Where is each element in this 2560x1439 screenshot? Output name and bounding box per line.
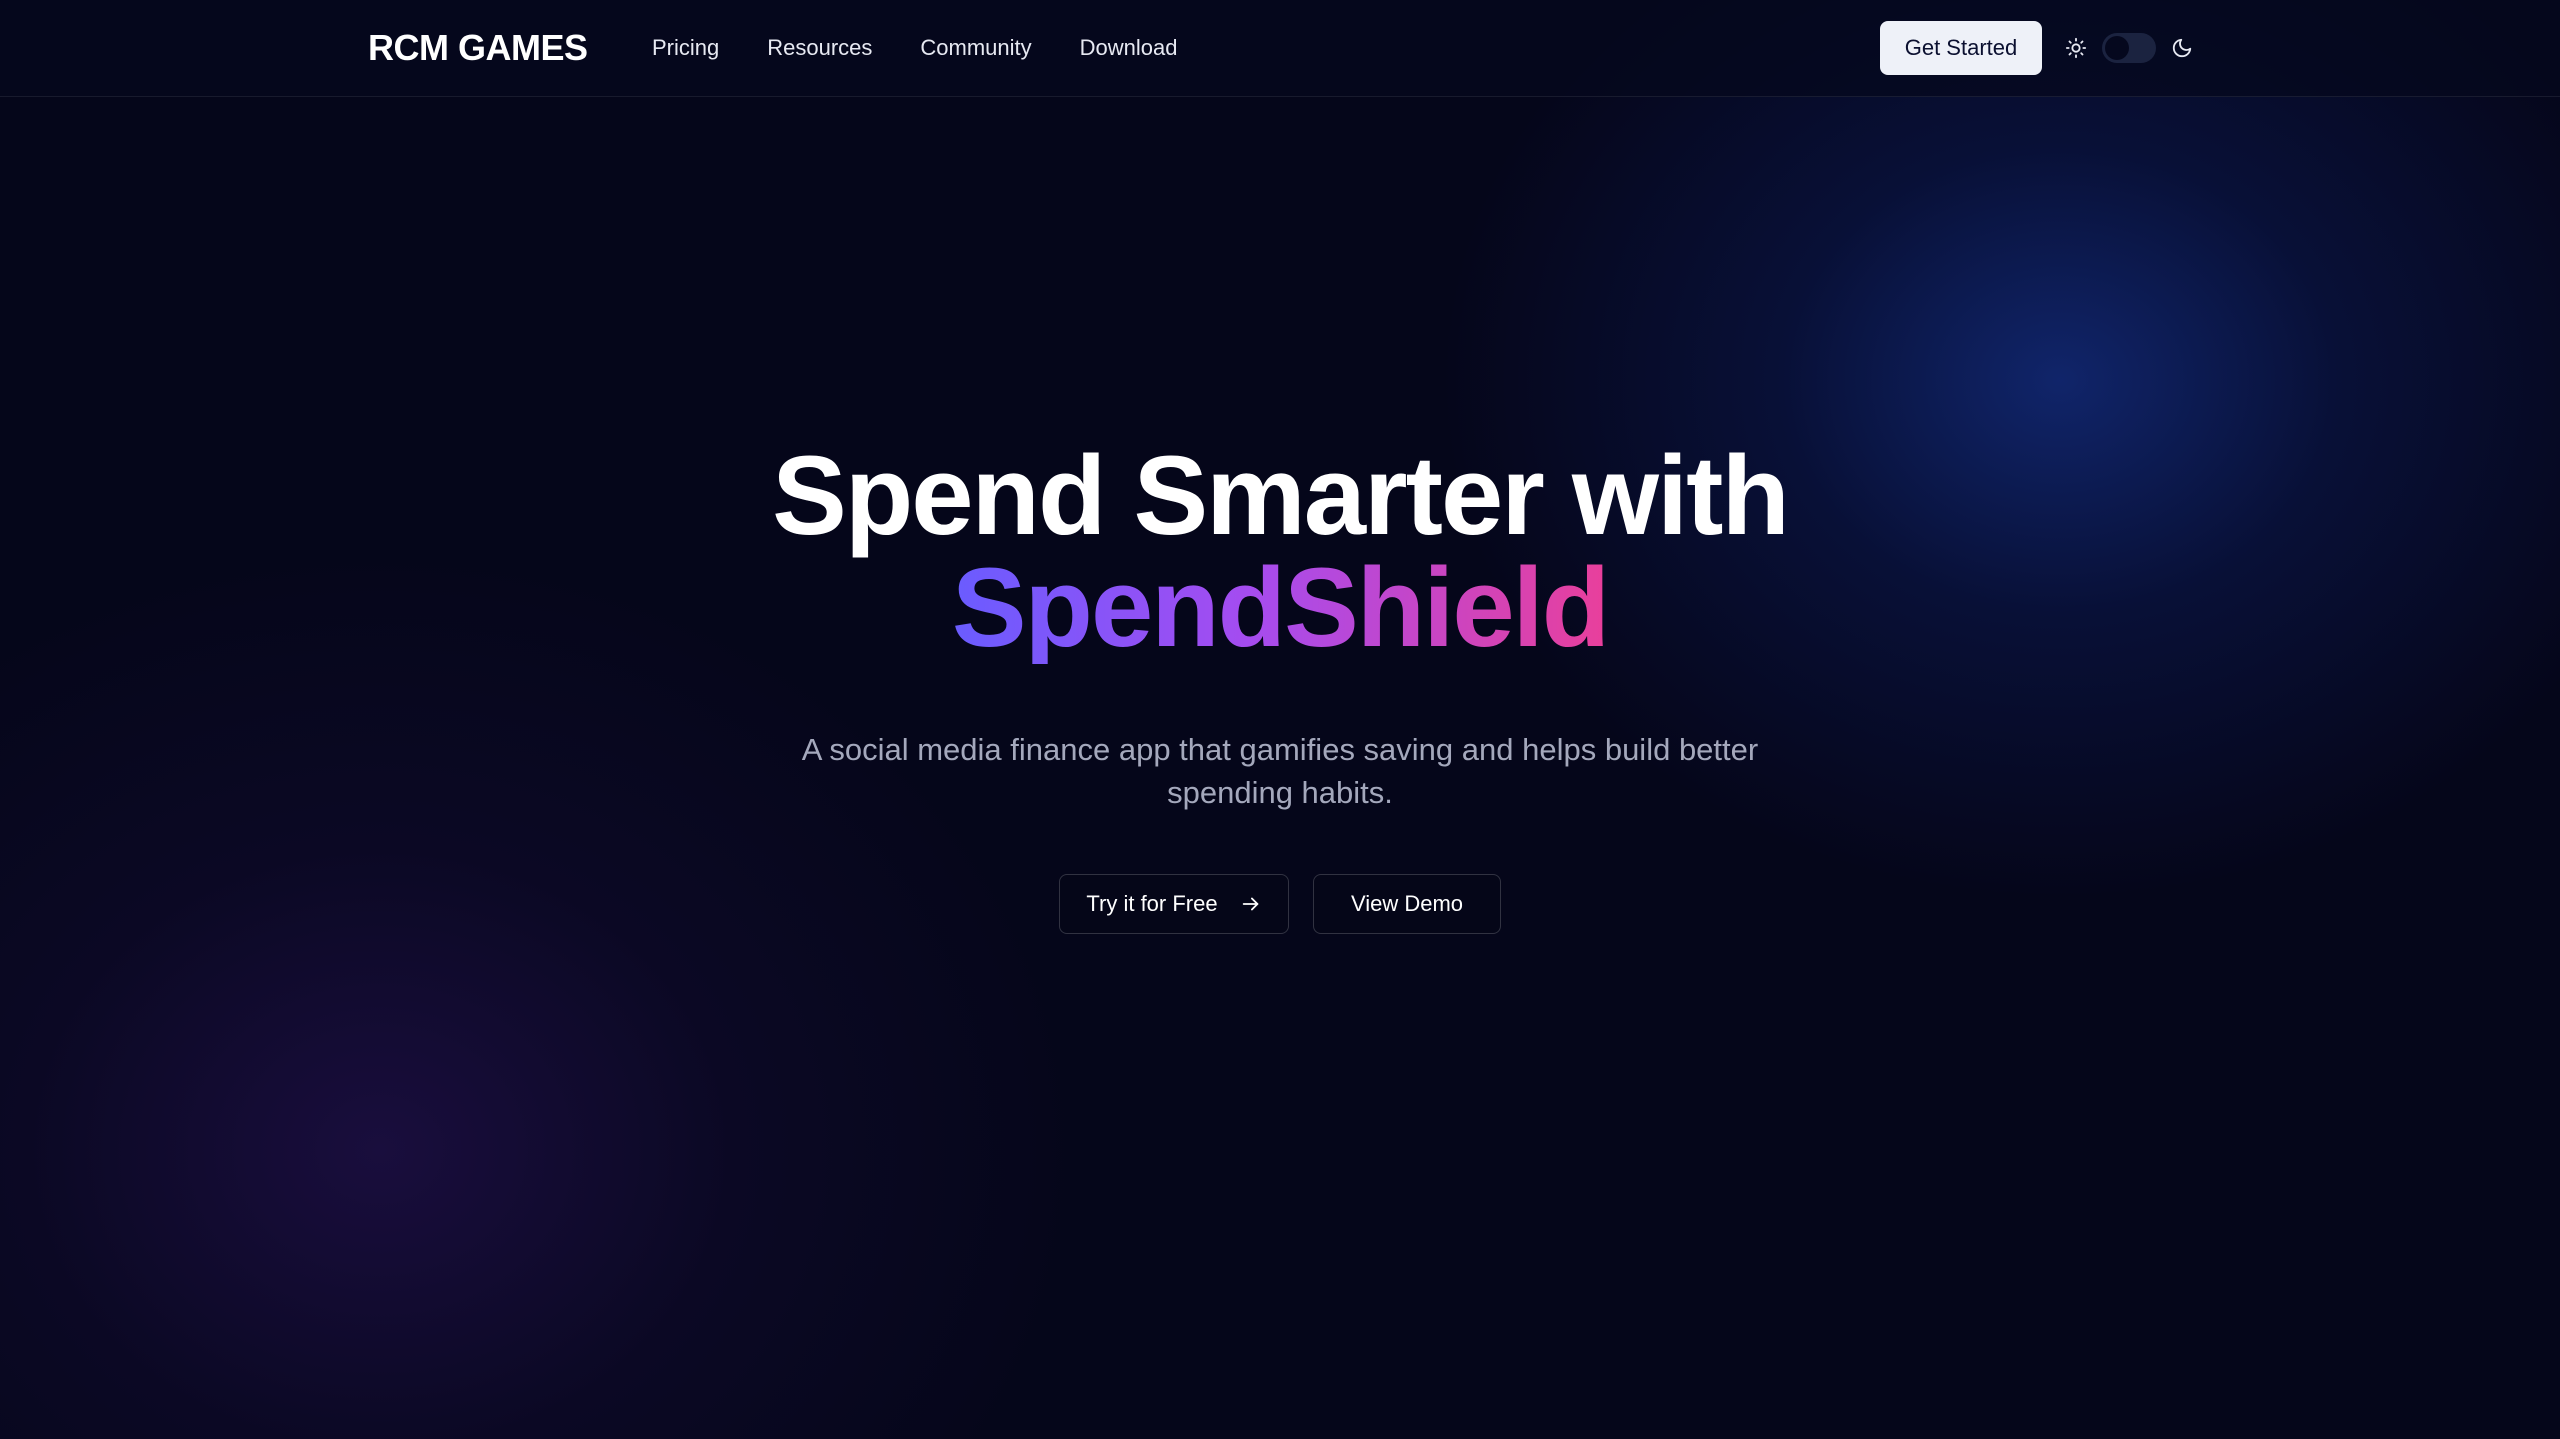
sun-icon[interactable] — [2064, 36, 2088, 60]
dark-mode-switch[interactable] — [2102, 33, 2156, 63]
moon-icon[interactable] — [2170, 36, 2194, 60]
brand-logo[interactable]: RCM GAMES — [368, 0, 588, 96]
cta-row: Try it for Free View Demo — [0, 874, 2560, 934]
nav-links: Pricing Resources Community Download — [652, 0, 1178, 96]
hero-section: Spend Smarter with SpendShield A social … — [0, 440, 2560, 934]
switch-knob — [2105, 36, 2129, 60]
hero-headline: Spend Smarter with SpendShield — [0, 440, 2560, 664]
view-demo-button[interactable]: View Demo — [1313, 874, 1501, 934]
get-started-button[interactable]: Get Started — [1880, 21, 2042, 75]
nav-link-resources[interactable]: Resources — [767, 35, 872, 61]
headline-product-name: SpendShield — [951, 545, 1610, 670]
arrow-right-icon — [1240, 893, 1262, 915]
landing-page: RCM GAMES Pricing Resources Community Do… — [0, 0, 2560, 1439]
top-navbar: RCM GAMES Pricing Resources Community Do… — [0, 0, 2560, 97]
hero-subtitle: A social media finance app that gamifies… — [801, 732, 1759, 810]
nav-link-community[interactable]: Community — [920, 35, 1031, 61]
headline-line-1: Spend Smarter with — [772, 433, 1790, 558]
nav-link-pricing[interactable]: Pricing — [652, 35, 719, 61]
nav-link-download[interactable]: Download — [1080, 35, 1178, 61]
try-free-button[interactable]: Try it for Free — [1059, 874, 1289, 934]
try-free-label: Try it for Free — [1086, 891, 1218, 916]
theme-toggle — [2064, 30, 2194, 66]
